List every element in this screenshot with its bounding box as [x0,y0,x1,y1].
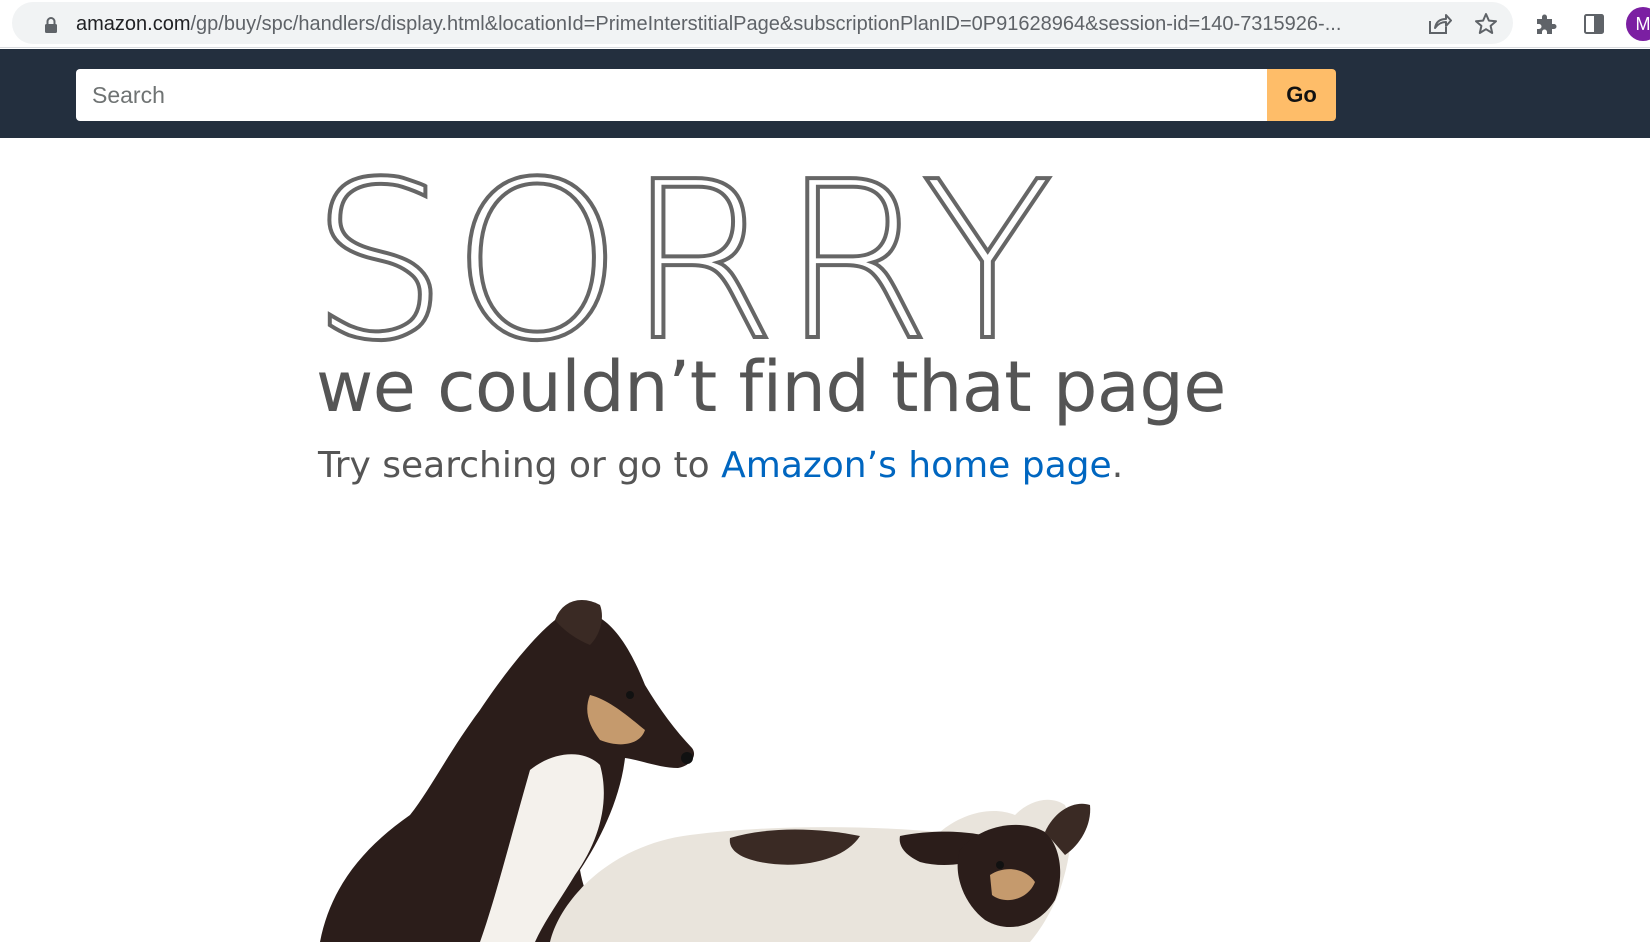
lock-icon[interactable] [41,15,61,35]
share-icon[interactable] [1426,11,1452,37]
not-found-subtitle: we couldn’t find that page [316,346,1226,428]
browser-toolbar: amazon.com/gp/buy/spc/handlers/display.h… [0,0,1650,48]
sorry-headline: SORRY [308,136,1058,389]
url-host: amazon.com [76,13,191,35]
go-button[interactable]: Go [1267,69,1336,121]
home-page-link[interactable]: Amazon’s home page [721,445,1112,486]
dogs-image [320,600,1091,942]
try-searching-text: Try searching or go to Amazon’s home pag… [318,442,1123,490]
amazon-header: Go [0,49,1650,138]
search-input[interactable] [76,69,1268,121]
extensions-icon[interactable] [1532,11,1558,37]
url-text[interactable]: amazon.com/gp/buy/spc/handlers/display.h… [76,12,1421,36]
url-path: /gp/buy/spc/handlers/display.html&locati… [190,13,1342,35]
address-bar[interactable]: amazon.com/gp/buy/spc/handlers/display.h… [12,2,1513,44]
profile-avatar[interactable]: M [1626,7,1650,41]
star-icon[interactable] [1473,11,1499,37]
try-prefix: Try searching or go to [318,445,722,486]
side-panel-icon[interactable] [1582,12,1606,36]
try-suffix: . [1111,445,1124,486]
